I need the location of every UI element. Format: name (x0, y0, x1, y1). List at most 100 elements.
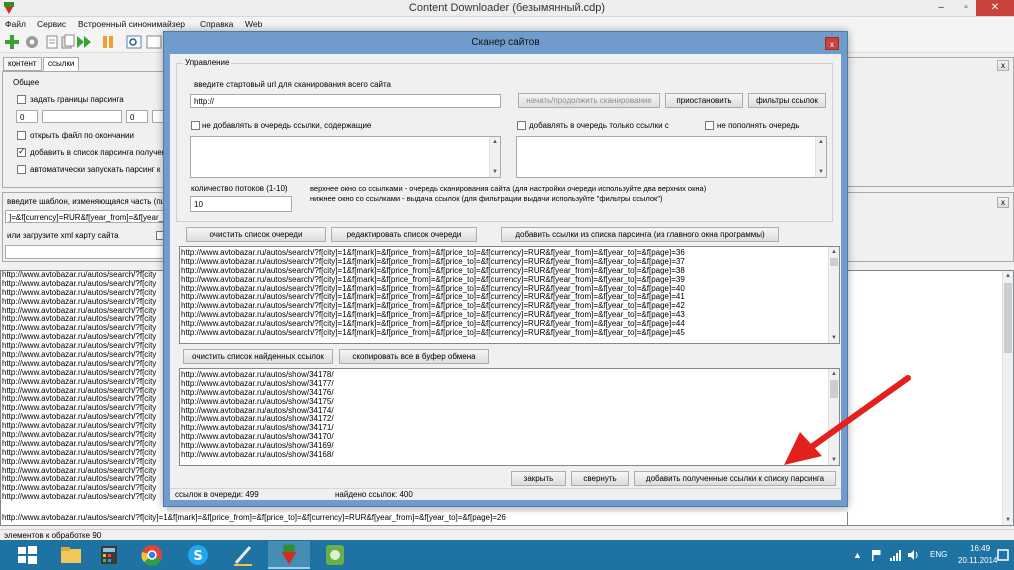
bound-end-field[interactable]: 0 (126, 110, 148, 123)
list-item[interactable]: http://www.avtobazar.ru/autos/show/34171… (180, 424, 839, 433)
link-filters-button[interactable]: фильтры ссылок (748, 93, 826, 108)
list-item[interactable]: http://www.avtobazar.ru/autos/search/?f[… (180, 267, 839, 276)
tab-links[interactable]: ссылки (43, 57, 80, 71)
scroll-up-icon[interactable]: ▲ (1003, 271, 1013, 281)
pen-tool-icon[interactable] (222, 541, 264, 569)
tray-notification-icon[interactable] (996, 548, 1010, 562)
list-item[interactable]: http://www.avtobazar.ru/autos/search/?f[… (1, 404, 167, 413)
scroll-down-icon[interactable]: ▼ (1003, 515, 1013, 525)
scan-icon[interactable] (126, 34, 142, 50)
list-item[interactable]: http://www.avtobazar.ru/autos/search/?f[… (180, 249, 839, 258)
clear-found-button[interactable]: очистить список найденных ссылок (183, 349, 333, 364)
content-downloader-task-icon[interactable] (268, 541, 310, 569)
scroll-down-icon[interactable]: ▼ (816, 167, 826, 177)
right-list-scrollbar[interactable]: ▲ ▼ (1002, 271, 1013, 525)
tab-content[interactable]: контент (3, 57, 42, 71)
bound-start-text-field[interactable] (42, 110, 122, 123)
add-found-links-button[interactable]: добавить полученные ссылки к списку парс… (634, 471, 836, 486)
chrome-browser-icon[interactable] (131, 541, 173, 569)
menu-synonymizer[interactable]: Встроенный синонимайзер (78, 19, 185, 29)
right-mid-close-button[interactable]: x (997, 197, 1009, 208)
list-item[interactable]: http://www.avtobazar.ru/autos/show/34172… (180, 415, 839, 424)
list-item[interactable]: http://www.avtobazar.ru/autos/search/?f[… (1, 493, 167, 502)
document-icon[interactable] (44, 34, 60, 50)
tray-network-icon[interactable] (889, 549, 903, 561)
found-list[interactable]: http://www.avtobazar.ru/autos/show/34178… (179, 368, 840, 466)
list-item[interactable]: http://www.avtobazar.ru/autos/show/34174… (180, 407, 839, 416)
only-links-textarea[interactable]: ▲ ▼ (516, 136, 827, 178)
add-from-parse-list-button[interactable]: добавить ссылки из списка парсинга (из г… (501, 227, 779, 242)
queue-scroll-thumb[interactable] (830, 258, 838, 266)
list-item[interactable]: http://www.avtobazar.ru/autos/search/?f[… (1, 475, 167, 484)
clear-queue-button[interactable]: очистить список очереди (186, 227, 326, 242)
window-close-button[interactable]: ✕ (976, 0, 1014, 16)
dialog-minimize-button[interactable]: свернуть (571, 471, 629, 486)
start-scan-button[interactable]: начать/продолжить сканирование (518, 93, 660, 108)
calculator-app-icon[interactable] (88, 541, 130, 569)
xml-input[interactable] (5, 245, 165, 259)
queue-list[interactable]: http://www.avtobazar.ru/autos/search/?f[… (179, 246, 840, 344)
list-item[interactable]: http://www.avtobazar.ru/autos/search/?f[… (1, 333, 167, 342)
list-item[interactable]: http://www.avtobazar.ru/autos/search/?f[… (1, 413, 167, 422)
start-url-input[interactable]: http:// (190, 94, 501, 108)
menu-help[interactable]: Справка (200, 19, 233, 29)
parse-list[interactable]: http://www.avtobazar.ru/autos/search/?f[… (0, 270, 167, 526)
list-item[interactable]: http://www.avtobazar.ru/autos/search/?f[… (1, 422, 167, 431)
add-icon[interactable] (4, 34, 20, 50)
pause-scan-button[interactable]: приостановить (665, 93, 743, 108)
list-item[interactable]: http://www.avtobazar.ru/autos/show/34177… (180, 380, 839, 389)
bound-start-field[interactable]: 0 (16, 110, 38, 123)
list-item[interactable]: http://www.avtobazar.ru/autos/search/?f[… (180, 258, 839, 267)
scroll-down-icon[interactable]: ▼ (490, 167, 500, 177)
scroll-up-icon[interactable]: ▲ (829, 247, 839, 257)
list-item[interactable]: http://www.avtobazar.ru/autos/show/34176… (180, 389, 839, 398)
edit-queue-button[interactable]: редактировать список очереди (331, 227, 477, 242)
explorer-folder-icon[interactable] (50, 541, 92, 569)
list-item[interactable]: http://www.avtobazar.ru/autos/search/?f[… (1, 324, 167, 333)
tray-volume-icon[interactable] (907, 549, 919, 561)
fast-forward-icon[interactable] (76, 34, 92, 50)
list-item[interactable]: http://www.avtobazar.ru/autos/show/34175… (180, 398, 839, 407)
settings-gear-icon[interactable] (24, 34, 40, 50)
list-item[interactable]: http://www.avtobazar.ru/autos/search/?f[… (1, 484, 167, 493)
list-item[interactable]: http://www.avtobazar.ru/autos/search/?f[… (180, 302, 839, 311)
list-item[interactable]: http://www.avtobazar.ru/autos/show/34168… (180, 451, 839, 460)
list-item[interactable]: http://www.avtobazar.ru/autos/search/?f[… (1, 315, 167, 324)
list-item[interactable]: http://www.avtobazar.ru/autos/search/?f[… (180, 285, 839, 294)
list-item[interactable]: http://www.avtobazar.ru/autos/search/?f[… (1, 307, 167, 316)
list-item[interactable]: http://www.avtobazar.ru/autos/search/?f[… (1, 431, 167, 440)
list-item[interactable]: http://www.avtobazar.ru/autos/show/34169… (180, 442, 839, 451)
exclude-links-textarea[interactable]: ▲ ▼ (190, 136, 501, 178)
open-file-checkbox[interactable] (17, 131, 26, 140)
list-item[interactable]: http://www.avtobazar.ru/autos/search/?f[… (180, 293, 839, 302)
menu-service[interactable]: Сервис (37, 19, 66, 29)
exclude-links-checkbox[interactable] (191, 121, 200, 130)
list-item[interactable]: http://www.avtobazar.ru/autos/search/?f[… (180, 276, 839, 285)
minimize-button[interactable]: – (930, 0, 952, 16)
bounds-checkbox[interactable] (17, 95, 26, 104)
list-item[interactable]: http://www.avtobazar.ru/autos/search/?f[… (1, 387, 167, 396)
menu-file[interactable]: Файл (5, 19, 26, 29)
list-item[interactable]: http://www.avtobazar.ru/autos/search/?f[… (1, 298, 167, 307)
list-item[interactable]: http://www.avtobazar.ru/autos/search/?f[… (180, 320, 839, 329)
pause-icon[interactable] (100, 34, 116, 50)
list-item[interactable]: http://www.avtobazar.ru/autos/search/?f[… (1, 395, 167, 404)
menu-web[interactable]: Web (245, 19, 262, 29)
skype-app-icon[interactable]: S (177, 541, 219, 569)
tray-flag-icon[interactable] (870, 549, 882, 561)
only-links-checkbox[interactable] (517, 121, 526, 130)
list-item[interactable]: http://www.avtobazar.ru/autos/search/?f[… (1, 369, 167, 378)
list-item[interactable]: http://www.avtobazar.ru/autos/search/?f[… (1, 342, 167, 351)
list-item[interactable]: http://www.avtobazar.ru/autos/search/?f[… (1, 360, 167, 369)
list-item[interactable]: http://www.avtobazar.ru/autos/search/?f[… (1, 351, 167, 360)
list-item[interactable]: http://www.avtobazar.ru/autos/search/?f[… (1, 280, 167, 289)
dialog-close-text-button[interactable]: закрыть (511, 471, 566, 486)
tray-arrow-icon[interactable]: ▲ (853, 550, 862, 560)
tray-time[interactable]: 16:49 (970, 544, 990, 553)
list-item[interactable]: http://www.avtobazar.ru/autos/search/?f[… (1, 467, 167, 476)
maximize-button[interactable]: ▫ (955, 0, 977, 16)
only-textarea-scrollbar[interactable]: ▲ ▼ (815, 137, 826, 177)
add-to-list-checkbox[interactable] (17, 146, 26, 157)
template-input[interactable]: ]=&f[currency]=RUR&f[year_from]=&f[year_ (5, 210, 165, 223)
dialog-close-button[interactable]: x (825, 37, 839, 50)
